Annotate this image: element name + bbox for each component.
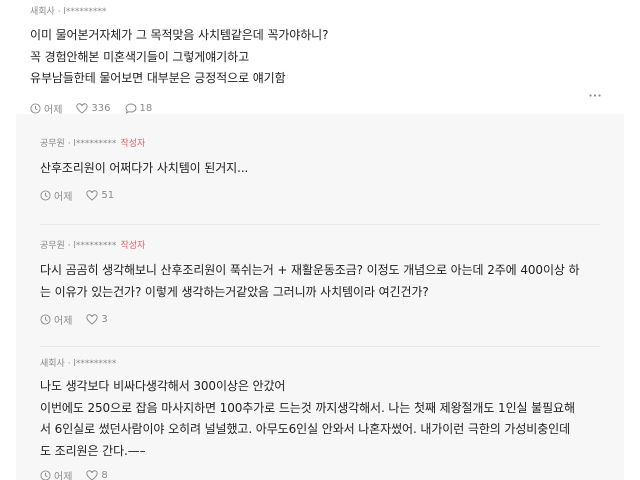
comment-body: 이미 물어본거자체가 그 목적맞음 사치템같은데 꼭가야하니? 꼭 경험안해본 …	[30, 25, 610, 90]
comment-line: 유부남들한테 물어보면 대부분은 긍정적으로 얘기함	[30, 71, 286, 85]
replies-section: 공무원 · l********* 작성자 산후조리원이 어쩌다가 사치템이 된거지…	[16, 114, 624, 480]
reply-time: 어제	[54, 192, 73, 203]
reply-time: 어제	[54, 471, 73, 480]
comment-line: 이미 물어본거자체가 그 목적맞음 사치템같은데 꼭가야하니?	[30, 28, 329, 42]
reply-author: 공무원 · l*********	[40, 241, 117, 251]
main-comment: 새회사 · l********* 이미 물어본거자체가 그 목적맞음 사치템같은…	[0, 0, 640, 116]
reply-line: 나도 생각보다 비싸다생각해서 300이상은 안갔어	[40, 379, 286, 393]
like-count: 3	[101, 313, 108, 325]
reply-body: 다시 곰곰히 생각해보니 산후조리원이 푹쉬는거 + 재활운동조금? 이정도 개…	[40, 260, 624, 303]
author-badge: 작성자	[120, 241, 146, 251]
heart-icon	[86, 469, 99, 480]
reply-line: 서 6인실로 썼던사람이야 오히려 널널했고. 아무도6인실 안와서 나혼자썼어…	[40, 422, 571, 436]
time-item: 어제	[40, 468, 72, 480]
reply-body: 산후조리원이 어쩌다가 사치템이 된거지...	[40, 158, 624, 180]
author-badge: 작성자	[120, 139, 146, 149]
clock-icon	[40, 190, 51, 201]
heart-icon	[86, 313, 99, 325]
reply-meta: 어제 51	[40, 189, 624, 203]
like-button[interactable]: 3	[86, 313, 108, 325]
reply-line: 도 조리원은 간다.—–	[40, 443, 146, 458]
reply-line: 는 이유가 있는건가? 이렇게 생각하는거같았음 그러니까 사치템이라 여긴건가…	[40, 284, 429, 299]
reply-meta: 어제 3	[40, 312, 624, 327]
heart-icon	[76, 103, 89, 114]
like-count: 51	[101, 190, 115, 201]
reply-item: 공무원 · l********* 작성자 산후조리원이 어쩌다가 사치템이 된거지…	[16, 138, 624, 203]
reply-button[interactable]: 18	[124, 103, 153, 114]
reply-time: 어제	[54, 315, 73, 327]
reply-item: 새회사 · l********* 나도 생각보다 비싸다생각해서 300이상은 …	[16, 358, 624, 480]
reply-body: 나도 생각보다 비싸다생각해서 300이상은 안갔어 이번에도 250으로 잡음…	[40, 376, 624, 462]
clock-icon	[30, 103, 41, 114]
reply-line: 산후조리원이 어쩌다가 사치템이 된거지...	[40, 161, 249, 175]
divider	[40, 346, 600, 347]
like-count: 8	[101, 469, 108, 480]
like-button[interactable]: 8	[86, 469, 108, 480]
reply-author-line: 새회사 · l*********	[40, 358, 624, 370]
reply-line: 다시 곰곰히 생각해보니 산후조리원이 푹쉬는거 + 재활운동조금? 이정도 개…	[40, 263, 580, 277]
clock-icon	[40, 313, 51, 325]
clock-icon	[40, 469, 51, 480]
reply-meta: 어제 8	[40, 468, 624, 480]
like-count: 336	[91, 103, 111, 114]
comment-author: 새회사 · l*********	[30, 7, 107, 17]
like-button[interactable]: 336	[76, 103, 111, 114]
speech-bubble-icon	[124, 103, 137, 114]
reply-author-line: 공무원 · l********* 작성자	[40, 138, 624, 150]
reply-author: 공무원 · l*********	[40, 139, 117, 149]
comment-line: 꼭 경험안해본 미혼색기들이 그렇게얘기하고	[30, 49, 250, 64]
reply-item: 공무원 · l********* 작성자 다시 곰곰히 생각해보니 산후조리원이 …	[16, 240, 624, 327]
reply-count: 18	[139, 103, 153, 114]
time-item: 어제	[40, 188, 72, 203]
time-item: 어제	[40, 312, 72, 327]
reply-author-line: 공무원 · l********* 작성자	[40, 240, 624, 252]
more-options-button[interactable]	[588, 90, 602, 100]
divider	[40, 224, 600, 225]
like-button[interactable]: 51	[86, 190, 114, 201]
reply-author: 새회사 · l*********	[40, 359, 117, 369]
more-dots-icon	[589, 93, 601, 97]
heart-icon	[86, 190, 99, 201]
reply-line: 이번에도 250으로 잡음 마사지하면 100추가로 드는것 까지생각해서. 나…	[40, 400, 575, 415]
